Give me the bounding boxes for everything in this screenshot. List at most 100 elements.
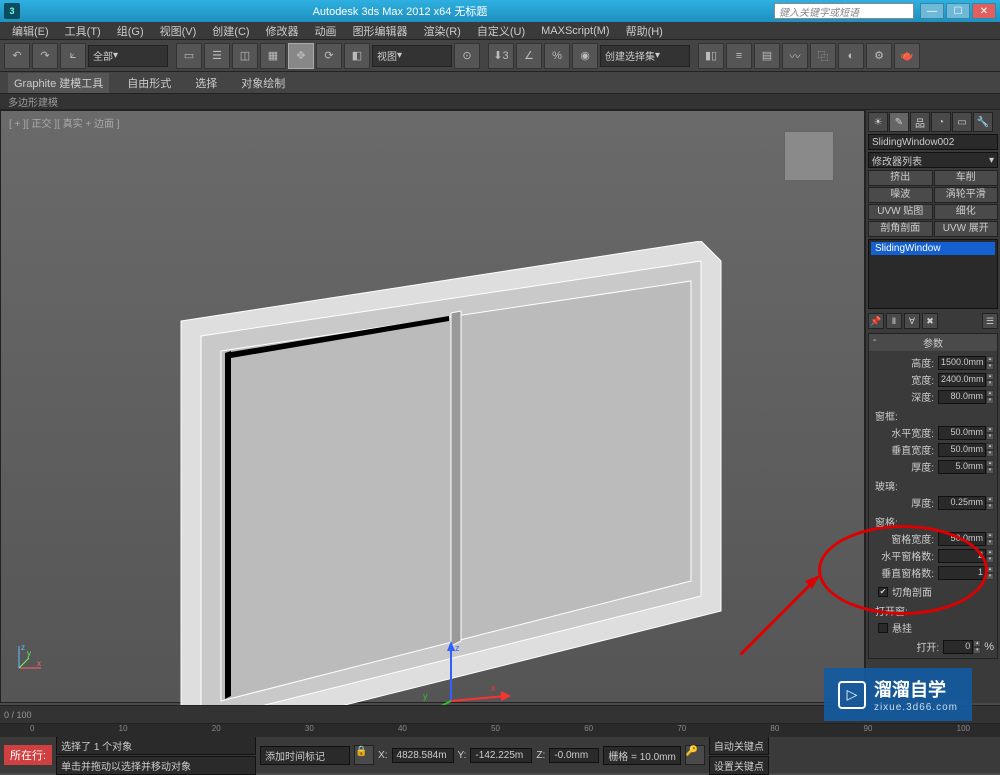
select-region-button[interactable]: ◫ (232, 43, 258, 69)
modifier-list-combo[interactable]: 修改器列表▾ (868, 152, 998, 168)
snap-toggle[interactable]: ⬇3 (488, 43, 514, 69)
scale-button[interactable]: ◧ (344, 43, 370, 69)
tab-create[interactable]: ☀ (868, 112, 888, 132)
angle-snap[interactable]: ∠ (516, 43, 542, 69)
tab-modify[interactable]: ✎ (889, 112, 909, 132)
rotate-button[interactable]: ⟳ (316, 43, 342, 69)
spinner-depth[interactable]: 80.0mm (938, 390, 986, 404)
menu-modifiers[interactable]: 修改器 (258, 23, 307, 39)
menu-tools[interactable]: 工具(T) (57, 23, 109, 39)
menu-maxscript[interactable]: MAXScript(M) (533, 25, 617, 37)
viewport-perspective[interactable]: [ + ][ 正交 ][ 真实 + 边面 ] z y x (0, 110, 865, 703)
status-bar: 所在行: 选择了 1 个对象 单击并拖动以选择并移动对象 添加时间标记 🔒 X:… (0, 737, 1000, 773)
mod-btn-turbosmooth[interactable]: 涡轮平滑 (934, 187, 999, 203)
spinner-vpanels[interactable]: 1 (938, 566, 986, 580)
coord-x-input[interactable]: 4828.584m (392, 748, 454, 763)
render-setup-button[interactable]: ⚙ (866, 43, 892, 69)
ribbon-paint[interactable]: 对象绘制 (235, 73, 291, 93)
percent-snap[interactable]: % (544, 43, 570, 69)
spinner-gthick[interactable]: 0.25mm (938, 496, 986, 510)
tab-hierarchy[interactable]: 品 (910, 112, 930, 132)
rollout-params: 参数 高度:1500.0mm▴▾ 宽度:2400.0mm▴▾ 深度:80.0mm… (868, 333, 998, 659)
align-button[interactable]: ≡ (726, 43, 752, 69)
object-name-input[interactable] (868, 134, 998, 150)
tab-utilities[interactable]: 🔧 (973, 112, 993, 132)
mirror-button[interactable]: ▮▯ (698, 43, 724, 69)
redo-button[interactable]: ↷ (32, 43, 58, 69)
schematic-button[interactable]: ⿻ (810, 43, 836, 69)
modifier-stack[interactable]: SlidingWindow (868, 239, 998, 309)
coord-y-input[interactable]: -142.225m (470, 748, 532, 763)
ribbon-select[interactable]: 选择 (189, 73, 223, 93)
checkbox-chamfer[interactable]: ✔ (878, 587, 888, 597)
make-unique-button[interactable]: ∀ (904, 313, 920, 329)
watermark-url: zixue.3d66.com (874, 702, 958, 713)
render-button[interactable]: 🫖 (894, 43, 920, 69)
track-bar[interactable]: 0102030405060708090100 (0, 723, 1000, 737)
undo-button[interactable]: ↶ (4, 43, 30, 69)
ribbon-graphite[interactable]: Graphite 建模工具 (8, 73, 109, 93)
stack-item-slidingwindow[interactable]: SlidingWindow (871, 242, 995, 255)
label-height: 高度: (872, 355, 938, 370)
tab-display[interactable]: ▭ (952, 112, 972, 132)
menu-animation[interactable]: 动画 (307, 23, 345, 39)
spinner-snap[interactable]: ◉ (572, 43, 598, 69)
link-button[interactable]: ⟀ (60, 43, 86, 69)
spinner-width[interactable]: 2400.0mm (938, 373, 986, 387)
minimize-button[interactable]: — (920, 3, 944, 19)
ribbon-freeform[interactable]: 自由形式 (121, 73, 177, 93)
checkbox-hung[interactable] (878, 623, 888, 633)
close-button[interactable]: ✕ (972, 3, 996, 19)
window-crossing-button[interactable]: ▦ (260, 43, 286, 69)
mod-btn-bevelprofile[interactable]: 剖角剖面 (868, 221, 933, 237)
menu-view[interactable]: 视图(V) (152, 23, 205, 39)
spinner-railwidth[interactable]: 50.0mm (938, 532, 986, 546)
mod-btn-extrude[interactable]: 挤出 (868, 170, 933, 186)
menu-graph[interactable]: 图形编辑器 (345, 23, 416, 39)
auto-key-button[interactable]: 自动关键点 (709, 736, 769, 755)
menu-help[interactable]: 帮助(H) (618, 23, 671, 39)
configure-sets-button[interactable]: ☰ (982, 313, 998, 329)
key-mode-button[interactable]: 🔑 (685, 745, 705, 765)
viewcube[interactable] (784, 131, 834, 181)
layers-button[interactable]: ▤ (754, 43, 780, 69)
tab-motion[interactable]: ◔ (931, 112, 951, 132)
mod-btn-tessellate[interactable]: 细化 (934, 204, 999, 220)
spinner-hwidth[interactable]: 50.0mm (938, 426, 986, 440)
pin-stack-button[interactable]: 📌 (868, 313, 884, 329)
spinner-hpanels[interactable]: 2 (938, 549, 986, 563)
mod-btn-uvwmap[interactable]: UVW 贴图 (868, 204, 933, 220)
mod-btn-lathe[interactable]: 车削 (934, 170, 999, 186)
lock-selection-button[interactable]: 🔒 (354, 745, 374, 765)
selection-scope-combo[interactable]: 全部 ▾ (88, 45, 168, 67)
coord-z-input[interactable]: -0.0mm (549, 748, 599, 763)
remove-mod-button[interactable]: ✖ (922, 313, 938, 329)
spinner-height[interactable]: 1500.0mm (938, 356, 986, 370)
menu-customize[interactable]: 自定义(U) (469, 23, 533, 39)
menu-group[interactable]: 组(G) (109, 23, 152, 39)
help-search-input[interactable]: 键入关键字或短语 (774, 3, 914, 19)
named-selset-combo[interactable]: 创建选择集 ▾ (600, 45, 690, 67)
set-key-button[interactable]: 设置关键点 (709, 756, 769, 775)
menu-create[interactable]: 创建(C) (204, 23, 257, 39)
coord-y-label: Y: (458, 750, 467, 761)
refcoord-combo[interactable]: 视图 ▾ (372, 45, 452, 67)
menu-edit[interactable]: 编辑(E) (4, 23, 57, 39)
mod-btn-noise[interactable]: 噪波 (868, 187, 933, 203)
viewport-label[interactable]: [ + ][ 正交 ][ 真实 + 边面 ] (9, 115, 120, 130)
move-button[interactable]: ✥ (288, 43, 314, 69)
spinner-open[interactable]: 0 (943, 640, 973, 654)
select-name-button[interactable]: ☰ (204, 43, 230, 69)
spinner-fthick[interactable]: 5.0mm (938, 460, 986, 474)
menu-render[interactable]: 渲染(R) (416, 23, 469, 39)
rollout-head-params[interactable]: 参数 (869, 334, 997, 351)
show-end-result-button[interactable]: Ⅱ (886, 313, 902, 329)
maximize-button[interactable]: ☐ (946, 3, 970, 19)
spinner-vwidth[interactable]: 50.0mm (938, 443, 986, 457)
add-time-tag[interactable]: 添加时间标记 (260, 746, 350, 765)
curve-editor-button[interactable]: 〰 (782, 43, 808, 69)
select-button[interactable]: ▭ (176, 43, 202, 69)
pivot-button[interactable]: ⊙ (454, 43, 480, 69)
material-editor-button[interactable]: ◐ (838, 43, 864, 69)
mod-btn-uvwunwrap[interactable]: UVW 展开 (934, 221, 999, 237)
